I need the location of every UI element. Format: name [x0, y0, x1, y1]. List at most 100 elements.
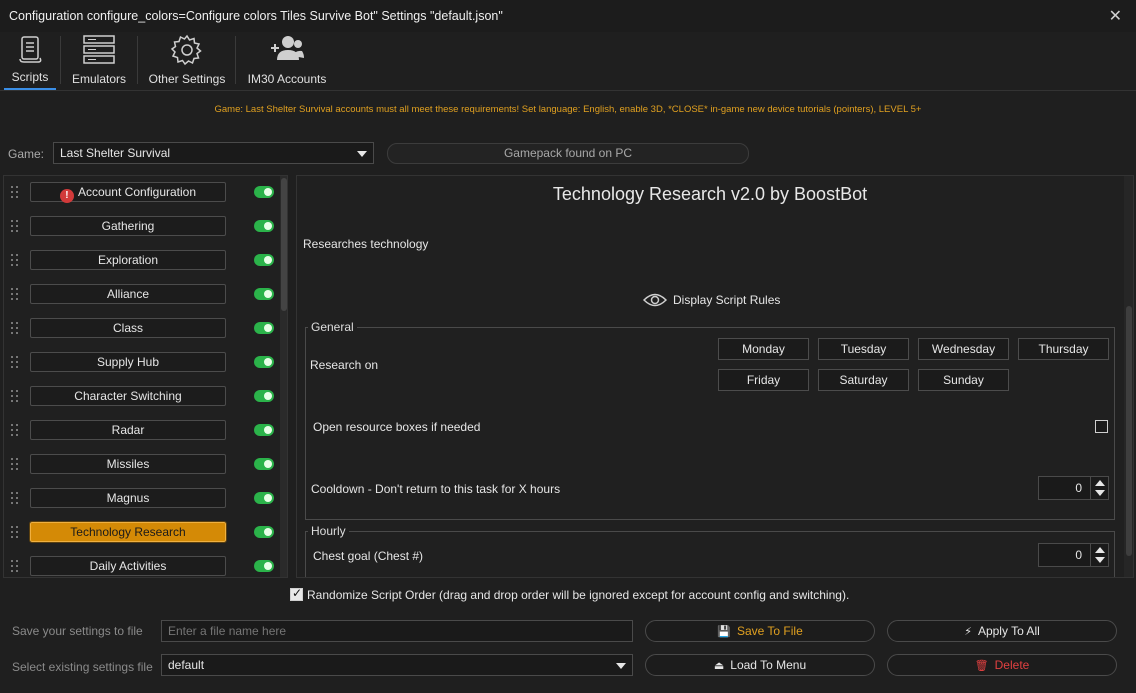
script-enabled-toggle[interactable] — [254, 254, 274, 266]
spin-buttons — [1090, 477, 1108, 499]
drag-handle-icon[interactable] — [11, 288, 19, 302]
script-button[interactable]: Technology Research — [29, 521, 227, 543]
drag-handle-icon[interactable] — [11, 560, 19, 574]
window-title: Configuration configure_colors=Configure… — [9, 9, 503, 23]
script-button[interactable]: Daily Activities — [30, 556, 226, 576]
script-row[interactable]: Gathering — [4, 210, 279, 244]
warning-icon: ! — [59, 189, 74, 203]
game-select[interactable]: Last Shelter Survival — [53, 142, 374, 164]
trash-icon: 🗑 — [974, 660, 989, 672]
script-row[interactable]: Magnus — [4, 482, 279, 516]
chest-goal-spinbox[interactable]: 0 — [1038, 543, 1109, 567]
script-row[interactable]: Alliance — [4, 278, 279, 312]
open-boxes-checkbox[interactable] — [1095, 420, 1108, 433]
tab-emulators[interactable]: Emulators — [66, 32, 132, 90]
script-enabled-toggle[interactable] — [254, 186, 274, 198]
script-label: Account Configuration — [77, 185, 197, 199]
script-row[interactable]: Character Switching — [4, 380, 279, 414]
script-row[interactable]: Radar — [4, 414, 279, 448]
script-label: Exploration — [97, 253, 159, 267]
drag-handle-icon[interactable] — [11, 322, 19, 336]
file-name-input[interactable] — [161, 620, 633, 642]
randomize-checkbox[interactable] — [290, 586, 303, 601]
script-row[interactable]: Supply Hub — [4, 346, 279, 380]
day-saturday-button[interactable]: Saturday — [818, 369, 909, 391]
display-rules-button[interactable]: Display Script Rules — [642, 292, 780, 308]
chevron-down-icon — [357, 151, 367, 157]
script-button[interactable]: Alliance — [30, 284, 226, 304]
drag-handle-icon[interactable] — [11, 492, 19, 506]
script-row[interactable]: Exploration — [4, 244, 279, 278]
drag-handle-icon[interactable] — [11, 424, 19, 438]
script-row[interactable]: Missiles — [4, 448, 279, 482]
script-button[interactable]: Missiles — [30, 454, 226, 474]
script-button[interactable]: Magnus — [30, 488, 226, 508]
tabs-divider — [0, 90, 1136, 91]
script-button[interactable]: Class — [30, 318, 226, 338]
spin-down-icon[interactable] — [1095, 557, 1105, 563]
hourly-group — [305, 531, 1115, 577]
load-to-menu-button[interactable]: ⏏ Load To Menu — [645, 654, 875, 676]
apply-to-all-button[interactable]: ⚡ Apply To All — [887, 620, 1117, 642]
drag-handle-icon[interactable] — [11, 356, 19, 370]
drag-handle-icon[interactable] — [11, 220, 19, 234]
day-friday-button[interactable]: Friday — [718, 369, 809, 391]
script-enabled-toggle[interactable] — [254, 458, 274, 470]
chevron-down-icon — [616, 663, 626, 669]
tab-scripts[interactable]: Scripts — [4, 32, 56, 90]
spin-up-icon[interactable] — [1095, 547, 1105, 553]
day-monday-button[interactable]: Monday — [718, 338, 809, 360]
apply-to-all-label: Apply To All — [977, 624, 1040, 638]
scrollbar-thumb[interactable] — [1126, 306, 1132, 556]
scrollbar-thumb[interactable] — [281, 178, 287, 311]
randomize-option[interactable]: Randomize Script Order (drag and drop or… — [290, 586, 849, 602]
script-enabled-toggle[interactable] — [254, 560, 274, 572]
script-label: Radar — [111, 423, 145, 437]
tab-other-settings[interactable]: Other Settings — [144, 32, 230, 90]
settings-file-select[interactable]: default — [161, 654, 633, 676]
script-button[interactable]: ! Account Configuration — [30, 182, 226, 203]
drag-handle-icon[interactable] — [11, 186, 19, 200]
script-enabled-toggle[interactable] — [254, 220, 274, 232]
script-button[interactable]: Character Switching — [30, 386, 226, 406]
server-icon — [82, 34, 116, 67]
script-enabled-toggle[interactable] — [254, 356, 274, 368]
script-list-scrollbar[interactable] — [280, 176, 287, 577]
delete-label: Delete — [994, 658, 1030, 672]
delete-button[interactable]: 🗑 Delete — [887, 654, 1117, 676]
script-button[interactable]: Supply Hub — [30, 352, 226, 372]
drag-handle-icon[interactable] — [11, 526, 19, 540]
script-button[interactable]: Gathering — [30, 216, 226, 236]
game-select-value: Last Shelter Survival — [60, 146, 171, 160]
day-sunday-button[interactable]: Sunday — [918, 369, 1009, 391]
script-row[interactable]: ! Account Configuration — [4, 176, 279, 210]
script-button[interactable]: Radar — [30, 420, 226, 440]
script-enabled-toggle[interactable] — [254, 288, 274, 300]
detail-scrollbar[interactable] — [1124, 176, 1133, 577]
day-thursday-button[interactable]: Thursday — [1018, 338, 1109, 360]
spin-down-icon[interactable] — [1095, 490, 1105, 496]
script-button[interactable]: Exploration — [30, 250, 226, 270]
drag-handle-icon[interactable] — [11, 390, 19, 404]
script-label: Character Switching — [74, 389, 182, 403]
tab-im30-accounts[interactable]: IM30 Accounts — [244, 32, 330, 90]
cooldown-spinbox[interactable]: 0 — [1038, 476, 1109, 500]
script-enabled-toggle[interactable] — [254, 322, 274, 334]
spin-up-icon[interactable] — [1095, 480, 1105, 486]
drag-handle-icon[interactable] — [11, 458, 19, 472]
script-enabled-toggle[interactable] — [254, 424, 274, 436]
save-to-file-button[interactable]: 💾 Save To File — [645, 620, 875, 642]
script-enabled-toggle[interactable] — [254, 526, 274, 538]
script-label: Technology Research — [70, 525, 186, 539]
day-tuesday-button[interactable]: Tuesday — [818, 338, 909, 360]
close-icon[interactable]: ✕ — [1109, 6, 1122, 26]
drag-handle-icon[interactable] — [11, 254, 19, 268]
day-wednesday-button[interactable]: Wednesday — [918, 338, 1009, 360]
script-enabled-toggle[interactable] — [254, 390, 274, 402]
script-row[interactable]: Class — [4, 312, 279, 346]
script-row[interactable]: Daily Activities — [4, 550, 279, 577]
save-icon: 💾 — [717, 626, 731, 638]
script-row[interactable]: Technology Research — [4, 516, 279, 550]
script-description: Researches technology — [303, 237, 429, 251]
script-enabled-toggle[interactable] — [254, 492, 274, 504]
